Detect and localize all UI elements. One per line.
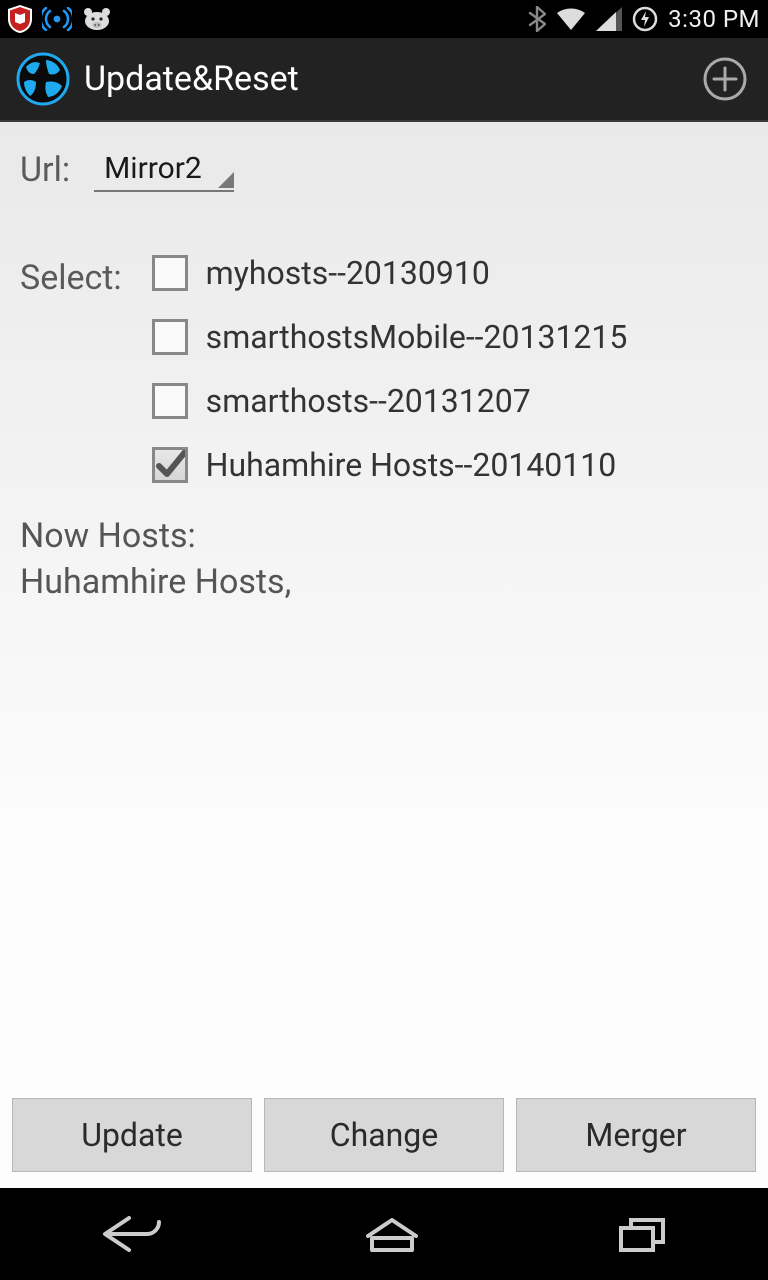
- add-button[interactable]: [702, 56, 748, 102]
- mcafee-shield-icon: [8, 5, 32, 33]
- pig-icon: [82, 6, 112, 32]
- select-label: Select:: [20, 254, 122, 484]
- recent-apps-button[interactable]: [615, 1212, 671, 1256]
- now-hosts-value: Huhamhire Hosts,: [20, 560, 748, 606]
- status-right-icons: 3:30 PM: [528, 5, 760, 33]
- checkbox-checked-icon: [152, 447, 188, 483]
- checkbox-icon: [152, 255, 188, 291]
- select-row: Select: myhosts--20130910 smarthostsMobi…: [20, 254, 748, 484]
- status-bar: 3:30 PM: [0, 0, 768, 38]
- options-list: myhosts--20130910 smarthostsMobile--2013…: [152, 254, 628, 484]
- status-left-icons: [8, 5, 112, 33]
- action-bar: Update&Reset: [0, 38, 768, 122]
- option-label: Huhamhire Hosts--20140110: [206, 446, 617, 484]
- cell-signal-icon: [596, 7, 622, 31]
- battery-circle-icon: [632, 6, 658, 32]
- url-spinner-value: Mirror2: [104, 150, 202, 188]
- globe-icon: [16, 52, 70, 106]
- option-label: myhosts--20130910: [206, 254, 490, 292]
- url-spinner[interactable]: Mirror2: [94, 148, 234, 192]
- option-myhosts[interactable]: myhosts--20130910: [152, 254, 628, 292]
- option-smarthosts-mobile[interactable]: smarthostsMobile--20131215: [152, 318, 628, 356]
- option-label: smarthostsMobile--20131215: [206, 318, 628, 356]
- option-label: smarthosts--20131207: [206, 382, 531, 420]
- url-label: Url:: [20, 150, 70, 190]
- update-button[interactable]: Update: [12, 1098, 252, 1172]
- main-content: Url: Mirror2 Select: myhosts--20130910 s…: [0, 122, 768, 1188]
- nav-bar: [0, 1188, 768, 1280]
- wifi-icon: [556, 7, 586, 31]
- url-row: Url: Mirror2: [20, 148, 748, 192]
- checkbox-icon: [152, 383, 188, 419]
- status-clock: 3:30 PM: [668, 5, 760, 33]
- bluetooth-icon: [528, 6, 546, 32]
- now-hosts-label: Now Hosts:: [20, 514, 748, 560]
- merger-button[interactable]: Merger: [516, 1098, 756, 1172]
- home-button[interactable]: [362, 1212, 422, 1256]
- chevron-down-icon: [218, 172, 234, 188]
- option-smarthosts[interactable]: smarthosts--20131207: [152, 382, 628, 420]
- option-huhamhire[interactable]: Huhamhire Hosts--20140110: [152, 446, 628, 484]
- broadcast-icon: [42, 7, 72, 31]
- back-button[interactable]: [97, 1212, 169, 1256]
- change-button[interactable]: Change: [264, 1098, 504, 1172]
- now-hosts: Now Hosts: Huhamhire Hosts,: [20, 514, 748, 606]
- checkbox-icon: [152, 319, 188, 355]
- page-title: Update&Reset: [84, 59, 299, 99]
- button-row: Update Change Merger: [0, 1098, 768, 1172]
